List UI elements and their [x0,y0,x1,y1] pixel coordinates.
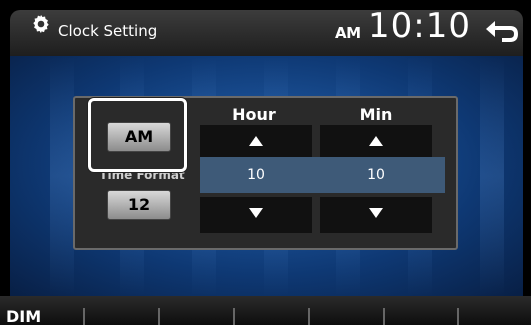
footer-separator [83,308,85,325]
footer-separator [158,308,160,325]
time-format-button[interactable]: 12 [107,190,171,220]
header-clock: 10:10 [368,6,471,46]
footer-separator [383,308,385,325]
footer-bar [0,296,531,325]
selection-highlight [88,98,187,172]
hour-down-arrow-icon[interactable] [249,208,263,218]
footer-separator [457,308,459,325]
footer-separator [308,308,310,325]
background-beam [50,56,74,296]
hour-label: Hour [232,105,276,124]
min-label: Min [359,105,393,124]
background-beam [480,56,504,296]
min-up-arrow-icon[interactable] [369,136,383,146]
gear-icon [33,14,49,34]
page-title: Clock Setting [58,22,158,40]
min-down-arrow-icon[interactable] [369,208,383,218]
dim-button[interactable]: DIM [6,308,41,325]
hour-up-arrow-icon[interactable] [249,136,263,146]
hour-value: 10 [247,167,265,183]
screen: Clock Setting AM 10:10 Hour Min 10 10 Ti… [0,0,531,325]
back-arrow-icon[interactable] [480,16,522,46]
footer-separator [233,308,235,325]
header-ampm: AM [335,24,361,42]
min-value: 10 [367,167,385,183]
